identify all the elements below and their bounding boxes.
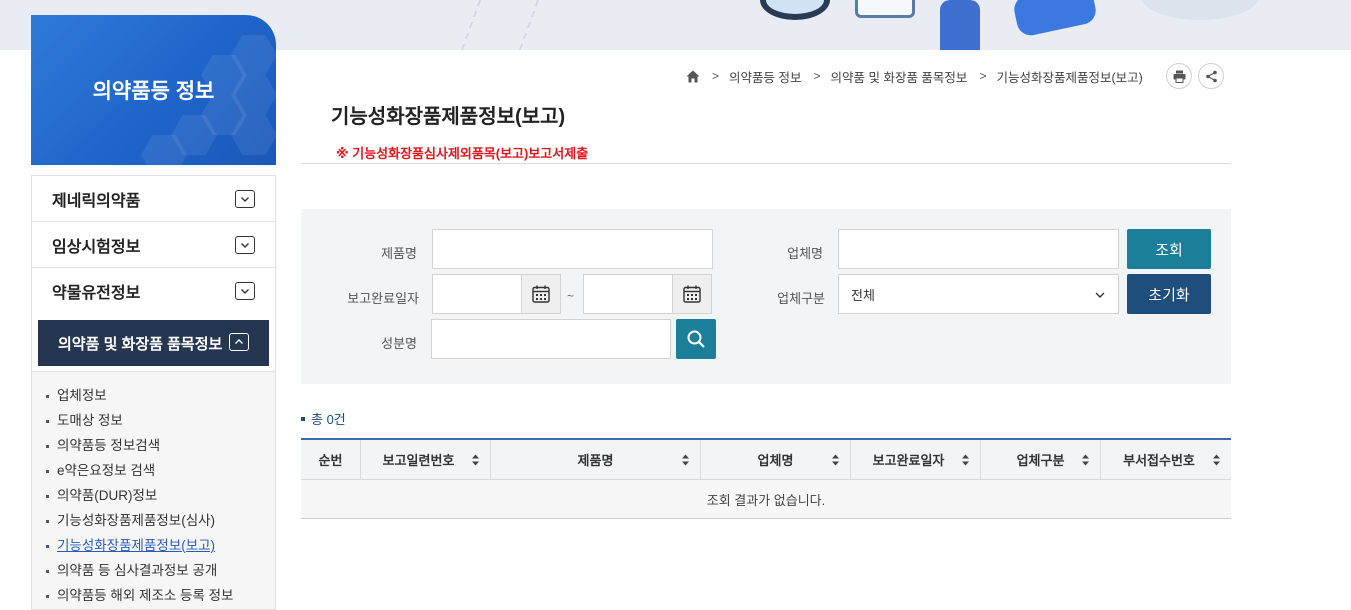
sidebar-item-generic[interactable]: 제네릭의약품 <box>32 176 275 222</box>
column-label: 업체명 <box>757 453 794 468</box>
search-button[interactable]: 조회 <box>1127 229 1211 269</box>
date-range-separator: ~ <box>567 289 575 303</box>
calendar-icon <box>683 285 701 303</box>
ingredient-label: 성분명 <box>381 336 417 351</box>
sidebar-submenu: 업체정보 도매상 정보 의약품등 정보검색 e약은요정보 검색 의약품(DUR)… <box>31 372 276 610</box>
chevron-down-icon <box>1095 292 1105 298</box>
column-label: 보고일련번호 <box>382 453 455 468</box>
chevron-down-icon[interactable] <box>235 235 255 254</box>
company-type-selected: 전체 <box>851 287 875 303</box>
column-header-product[interactable]: 제품명 <box>491 440 701 479</box>
page-title: 기능성화장품제품정보(보고) <box>331 106 566 128</box>
search-icon <box>687 330 705 348</box>
report-notice-link[interactable]: ※ 기능성화장품심사제외품목(보고)보고서제출 <box>336 143 588 162</box>
submenu-item[interactable]: 의약품등 정보검색 <box>32 433 275 458</box>
column-label: 순번 <box>318 453 343 468</box>
breadcrumb-item[interactable]: 의약품 및 화장품 품목정보 <box>831 67 968 86</box>
breadcrumb-item[interactable]: 의약품등 정보 <box>729 67 801 86</box>
submenu-item[interactable]: 도매상 정보 <box>32 408 275 433</box>
date-from-input[interactable] <box>432 274 522 314</box>
sidebar-item-label: 의약품 및 화장품 품목정보 <box>58 335 223 353</box>
sort-icon[interactable] <box>681 454 690 466</box>
calendar-from-button[interactable] <box>521 274 561 314</box>
print-button[interactable] <box>1166 63 1192 89</box>
share-icon <box>1205 70 1217 82</box>
column-label: 부서접수번호 <box>1123 453 1195 468</box>
share-button[interactable] <box>1198 63 1224 89</box>
sidebar-item-label: 제네릭의약품 <box>52 192 141 210</box>
sidebar-menu: 제네릭의약품 임상시험정보 약물유전정보 <box>31 175 276 314</box>
submenu-item[interactable]: 의약품등 해외 제조소 등록 정보 <box>32 583 275 608</box>
column-header-company-type[interactable]: 업체구분 <box>981 440 1101 479</box>
person-illustration <box>940 0 980 50</box>
column-header-report-date[interactable]: 보고완료일자 <box>851 440 981 479</box>
column-header-report-serial[interactable]: 보고일련번호 <box>361 440 491 479</box>
column-header-receipt-no[interactable]: 부서접수번호 <box>1101 440 1231 479</box>
search-form: 제품명 업체명 조회 보고완료일자 ~ 업체구분 전체 초기화 성분명 <box>301 209 1231 384</box>
result-table: 순번 보고일련번호 제품명 업체명 보고완료일자 업체구분 부서접수번호 조회 … <box>301 438 1231 519</box>
sidebar-item-product-info[interactable]: 의약품 및 화장품 품목정보 <box>38 320 269 366</box>
submenu-item[interactable]: 업체정보 <box>32 383 275 408</box>
sidebar-item-label: 약물유전정보 <box>52 284 141 302</box>
ingredient-search-button[interactable] <box>676 319 716 359</box>
sidebar-title: 의약품등 정보 <box>92 80 215 103</box>
column-header-company[interactable]: 업체명 <box>701 440 851 479</box>
product-name-input[interactable] <box>432 229 713 269</box>
chevron-down-icon[interactable] <box>235 281 255 300</box>
sort-icon[interactable] <box>961 454 970 466</box>
company-type-label: 업체구분 <box>777 291 825 306</box>
column-label: 보고완료일자 <box>872 453 945 468</box>
calendar-icon <box>532 285 550 303</box>
table-header: 순번 보고일련번호 제품명 업체명 보고완료일자 업체구분 부서접수번호 <box>301 440 1231 480</box>
ingredient-input[interactable] <box>431 319 671 359</box>
submenu-item[interactable]: 기능성화장품제품정보(심사) <box>32 508 275 533</box>
print-icon <box>1173 70 1185 83</box>
product-name-label: 제품명 <box>381 246 417 261</box>
column-header-no: 순번 <box>301 440 361 479</box>
chevron-right-icon: > <box>813 69 821 83</box>
dna-illustration <box>460 0 540 50</box>
sidebar-item-label: 임상시험정보 <box>52 238 141 256</box>
tablet-illustration <box>855 0 915 18</box>
sort-icon[interactable] <box>831 454 840 466</box>
chevron-right-icon: > <box>712 69 720 83</box>
sort-icon[interactable] <box>1212 454 1221 466</box>
submenu-item[interactable]: 의약품 등 심사결과정보 공개 <box>32 558 275 583</box>
pill-pack-illustration <box>1011 0 1099 38</box>
bullet-icon <box>301 416 305 421</box>
divider <box>301 163 1231 164</box>
submenu-item[interactable]: 의약품(DUR)정보 <box>32 483 275 508</box>
company-name-label: 업체명 <box>787 246 823 261</box>
sort-icon[interactable] <box>471 454 480 466</box>
reset-button[interactable]: 초기화 <box>1127 274 1211 314</box>
column-label: 제품명 <box>577 453 614 468</box>
company-name-input[interactable] <box>838 229 1119 269</box>
home-icon[interactable] <box>686 70 700 83</box>
date-to-input[interactable] <box>583 274 673 314</box>
chevron-right-icon: > <box>979 69 987 83</box>
magnifier-illustration <box>760 0 830 20</box>
submenu-item[interactable]: e약은요정보 검색 <box>32 458 275 483</box>
breadcrumb-item-current: 기능성화장품제품정보(보고) <box>996 70 1143 85</box>
cloud-illustration <box>1140 0 1260 20</box>
chevron-down-icon[interactable] <box>235 189 255 208</box>
result-count: 총 0건 <box>301 409 346 428</box>
sidebar-item-pharmacogenomics[interactable]: 약물유전정보 <box>32 268 275 314</box>
sidebar-item-clinical[interactable]: 임상시험정보 <box>32 222 275 268</box>
chevron-up-icon[interactable] <box>229 333 249 351</box>
sort-icon[interactable] <box>1081 454 1090 466</box>
empty-result-row: 조회 결과가 없습니다. <box>301 480 1231 519</box>
breadcrumb: > 의약품등 정보 > 의약품 및 화장품 품목정보 > 기능성화장품제품정보(… <box>686 64 1143 88</box>
report-date-label: 보고완료일자 <box>347 291 419 306</box>
company-type-select[interactable]: 전체 <box>838 274 1119 314</box>
column-label: 업체구분 <box>1016 453 1065 468</box>
submenu-item-current[interactable]: 기능성화장품제품정보(보고) <box>32 533 275 558</box>
calendar-to-button[interactable] <box>672 274 712 314</box>
sidebar-header: 의약품등 정보 <box>31 15 276 165</box>
result-count-text: 총 0건 <box>311 412 346 427</box>
